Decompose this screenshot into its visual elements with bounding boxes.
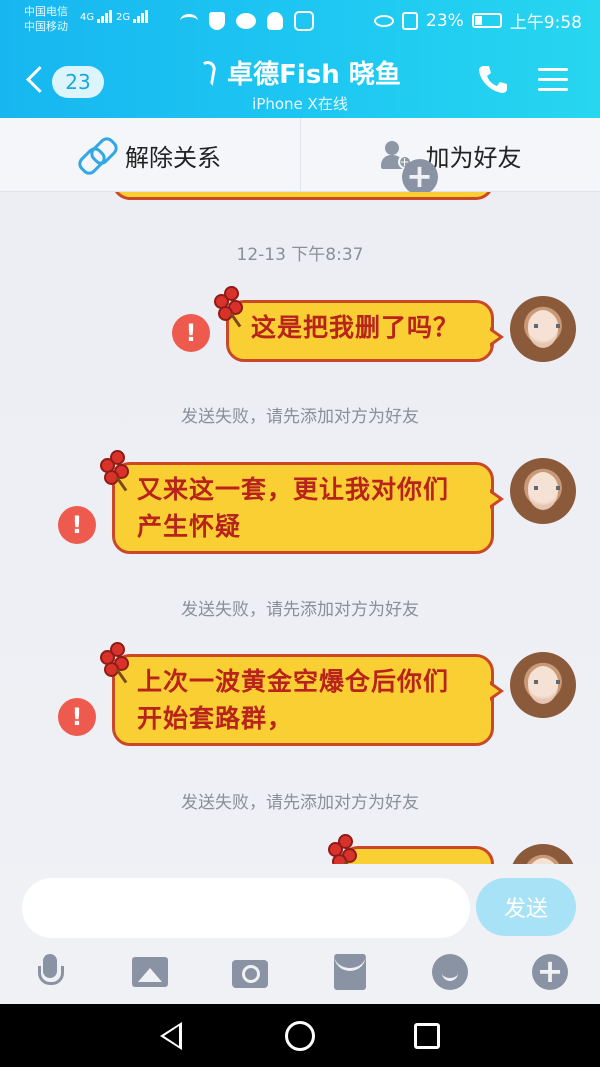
carrier-labels: 中国电信 中国移动 — [24, 4, 68, 34]
send-failed-notice: 发送失败，请先添加对方为好友 — [181, 407, 419, 427]
avatar[interactable] — [510, 652, 576, 718]
send-failed-notice: 发送失败，请先添加对方为好友 — [181, 793, 419, 813]
send-failed-icon[interactable]: ! — [172, 314, 210, 352]
camera-icon[interactable] — [230, 952, 270, 992]
menu-icon[interactable] — [538, 68, 568, 92]
add-friend-icon: + — [380, 139, 438, 195]
network-type-1: 4G — [80, 12, 95, 23]
signal-1-icon: 4G — [80, 10, 113, 23]
battery-percent: 23% — [426, 10, 464, 31]
add-friend-label: 加为好友 — [425, 143, 522, 172]
chat-bubble-icon — [236, 12, 257, 29]
message-line: 开始套路群， — [137, 704, 294, 733]
unread-badge[interactable]: 23 — [52, 66, 104, 98]
message-bubble[interactable]: 又来这一套，更让我对你们 产生怀疑 — [112, 462, 504, 554]
timestamp: 12-13 下午8:37 — [236, 245, 364, 265]
status-right: 23% 上午9:58 — [374, 8, 582, 33]
ear-icon — [197, 59, 218, 87]
remove-relation-button[interactable]: 解除关系 — [0, 118, 300, 192]
carrier-1: 中国电信 — [24, 5, 68, 18]
message-input[interactable] — [22, 878, 470, 938]
navigation-bar — [0, 1004, 600, 1067]
vibrate-icon — [402, 11, 419, 30]
battery-icon — [471, 13, 502, 28]
contact-title[interactable]: 卓德Fish 晓鱼 — [150, 54, 450, 91]
candy-skewer-icon — [100, 450, 136, 492]
top-bar: 中国电信 中国移动 4G 2G 23% 上午9:58 23 卓德Fish 晓鱼 … — [0, 0, 600, 118]
qq-icon — [267, 11, 284, 30]
image-icon[interactable] — [130, 952, 170, 992]
notification-icons — [180, 10, 320, 31]
network-type-2: 2G — [116, 12, 131, 23]
shield-icon — [209, 11, 226, 30]
send-failed-notice: 发送失败，请先添加对方为好友 — [181, 600, 419, 620]
unlink-icon — [79, 139, 111, 171]
app-icon — [294, 10, 315, 31]
send-failed-icon[interactable]: ! — [58, 698, 96, 736]
candy-skewer-icon — [100, 642, 136, 684]
title-block: 卓德Fish 晓鱼 iPhone X在线 — [150, 54, 450, 114]
chat-area[interactable]: 12-13 下午8:37 ! 这是把我删了吗？ 发送失败，请先添加对方为好友 !… — [0, 192, 600, 864]
input-toolbar — [0, 948, 600, 998]
candy-skewer-icon — [214, 286, 250, 328]
message-line: 又来这一套，更让我对你们 — [137, 475, 450, 504]
carrier-2: 中国移动 — [24, 20, 68, 33]
add-friend-button[interactable]: + 加为好友 — [300, 118, 600, 195]
avatar[interactable] — [510, 844, 576, 864]
message-bubble[interactable]: 上次一波黄金空爆仓后你们 开始套路群， — [112, 654, 504, 746]
message-line: 产生怀疑 — [137, 512, 242, 541]
candy-skewer-icon — [328, 834, 364, 864]
avatar[interactable] — [510, 458, 576, 524]
send-failed-icon[interactable]: ! — [58, 506, 96, 544]
nav-recents-icon[interactable] — [414, 1023, 440, 1049]
avatar[interactable] — [510, 296, 576, 362]
back-arrow-icon[interactable] — [24, 62, 46, 98]
send-button[interactable]: 发送 — [476, 878, 576, 936]
plus-icon[interactable] — [530, 952, 570, 992]
chat-header: 23 卓德Fish 晓鱼 iPhone X在线 — [0, 40, 600, 118]
signal-2-icon: 2G — [116, 10, 149, 23]
emoji-icon[interactable] — [430, 952, 470, 992]
input-bar: 发送 — [0, 864, 600, 1004]
clock: 上午9:58 — [509, 13, 582, 33]
message-bubble[interactable]: 这是把我删了吗？ — [226, 300, 504, 362]
red-packet-icon[interactable] — [330, 952, 370, 992]
contact-name: 卓德Fish 晓鱼 — [227, 60, 401, 90]
wifi-icon — [180, 13, 198, 28]
eye-icon — [374, 14, 395, 27]
contact-status: iPhone X在线 — [252, 95, 348, 113]
microphone-icon[interactable] — [30, 952, 70, 992]
message-line: 上次一波黄金空爆仓后你们 — [137, 667, 450, 696]
relation-bar: 解除关系 + 加为好友 — [0, 118, 600, 195]
status-bar: 中国电信 中国移动 4G 2G 23% 上午9:58 — [0, 0, 600, 40]
phone-icon[interactable] — [476, 62, 510, 96]
message-line: 这是把我删了吗？ — [251, 313, 460, 342]
nav-home-icon[interactable] — [285, 1021, 315, 1051]
remove-relation-label: 解除关系 — [125, 143, 221, 172]
previous-message-bubble[interactable] — [112, 192, 494, 200]
nav-back-icon[interactable] — [160, 1022, 182, 1050]
